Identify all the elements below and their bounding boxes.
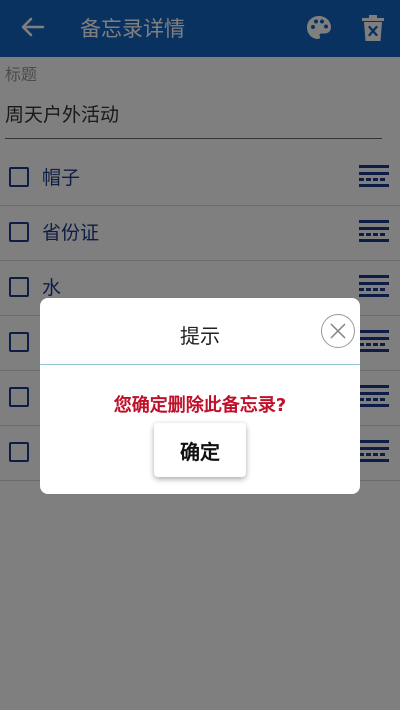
confirm-dialog: 提示 您确定删除此备忘录? 确定	[40, 298, 360, 494]
dialog-divider	[40, 364, 360, 365]
confirm-button[interactable]: 确定	[154, 423, 246, 477]
dialog-title: 提示	[180, 324, 220, 348]
close-circle-icon[interactable]	[321, 314, 355, 348]
dialog-message: 您确定删除此备忘录?	[113, 395, 287, 416]
